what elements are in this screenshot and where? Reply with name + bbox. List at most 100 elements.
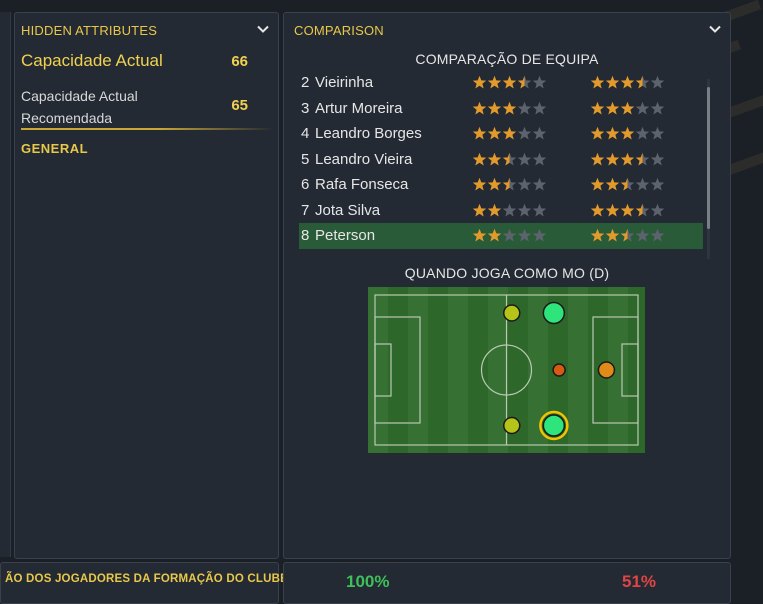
- star-empty-icon: [532, 76, 547, 89]
- star-full-icon: [605, 178, 620, 191]
- player-row[interactable]: 5 Leandro Vieira: [299, 147, 703, 173]
- star-full-icon: [590, 178, 605, 191]
- star-full-icon: [605, 76, 620, 89]
- star-empty-icon: [650, 203, 665, 217]
- comparison-subtitle: COMPARAÇÃO DE EQUIPA: [415, 51, 599, 67]
- player-list: 2 Vieirinha 3 Artur Moreira 4 Leandro Borges 5…: [299, 70, 703, 249]
- pitch-diagram: [368, 287, 645, 453]
- star-full-icon: [487, 101, 502, 115]
- star-full-icon: [620, 203, 635, 217]
- position-marker: [503, 304, 521, 322]
- current-ability-stars: [472, 96, 547, 122]
- star-empty-icon: [635, 229, 650, 242]
- panel-header: HIDDEN ATTRIBUTES: [15, 13, 278, 47]
- star-empty-icon: [532, 101, 547, 115]
- player-row[interactable]: 7 Jota Silva: [299, 198, 703, 224]
- position-marker: [503, 416, 521, 435]
- star-full-icon: [487, 178, 502, 191]
- star-full-icon: [620, 76, 635, 89]
- potential-ability-stars: [590, 121, 665, 147]
- player-row[interactable]: 4 Leandro Borges: [299, 121, 703, 147]
- player-row[interactable]: 2 Vieirinha: [299, 70, 703, 96]
- player-row[interactable]: 8 Peterson: [299, 223, 703, 249]
- star-full-icon: [487, 76, 502, 89]
- star-full-icon: [472, 101, 487, 115]
- player-name: Vieirinha: [315, 74, 374, 91]
- pitch-lines: [374, 294, 639, 446]
- attribute-label-line1: Capacidade Actual: [21, 88, 138, 104]
- position-marker: [597, 361, 616, 379]
- star-empty-icon: [532, 178, 547, 191]
- attribute-row-recommended-ability: Capacidade Actual Recomendada 65: [21, 85, 248, 129]
- star-full-icon: [590, 229, 605, 242]
- hidden-attributes-panel: HIDDEN ATTRIBUTES Capacidade Actual 66 C…: [14, 12, 279, 559]
- bottom-left-title: ÃO DOS JOGADORES DA FORMAÇÃO DO CLUBE: [5, 573, 288, 585]
- star-empty-icon: [532, 203, 547, 217]
- current-ability-stars: [472, 121, 547, 147]
- star-half-icon: [502, 152, 517, 166]
- player-name: Leandro Borges: [315, 125, 422, 142]
- bottom-left-panel: ÃO DOS JOGADORES DA FORMAÇÃO DO CLUBE: [0, 562, 288, 604]
- current-ability-stars: [472, 223, 547, 249]
- star-full-icon: [472, 178, 487, 191]
- star-half-icon: [502, 178, 517, 191]
- star-full-icon: [487, 127, 502, 140]
- star-full-icon: [620, 152, 635, 166]
- star-half-icon: [635, 203, 650, 217]
- star-empty-icon: [635, 127, 650, 140]
- position-marker: [542, 414, 566, 437]
- star-empty-icon: [532, 229, 547, 242]
- player-row[interactable]: 6 Rafa Fonseca: [299, 172, 703, 198]
- scrollbar-thumb[interactable]: [707, 87, 710, 229]
- star-full-icon: [472, 203, 487, 217]
- star-full-icon: [605, 229, 620, 242]
- chevron-down-icon[interactable]: [708, 22, 722, 36]
- star-empty-icon: [517, 152, 532, 166]
- star-empty-icon: [517, 101, 532, 115]
- attribute-row-current-ability: Capacidade Actual 66: [21, 51, 248, 71]
- star-full-icon: [590, 127, 605, 140]
- star-full-icon: [620, 101, 635, 115]
- potential-ability-stars: [590, 223, 665, 249]
- attribute-label: Capacidade Actual: [21, 51, 163, 70]
- current-ability-stars: [472, 70, 547, 96]
- player-number: 2: [301, 74, 310, 91]
- chevron-down-icon[interactable]: [256, 22, 270, 36]
- percentage-left: 100%: [346, 572, 390, 591]
- star-full-icon: [502, 76, 517, 89]
- star-full-icon: [487, 203, 502, 217]
- star-full-icon: [502, 127, 517, 140]
- left-edge-panel: [0, 12, 11, 557]
- player-name: Leandro Vieira: [315, 150, 413, 168]
- star-empty-icon: [650, 229, 665, 242]
- star-full-icon: [605, 127, 620, 140]
- star-full-icon: [605, 152, 620, 166]
- current-ability-stars: [472, 147, 547, 173]
- star-empty-icon: [532, 127, 547, 140]
- potential-ability-stars: [590, 147, 665, 173]
- potential-ability-stars: [590, 172, 665, 198]
- star-full-icon: [605, 203, 620, 217]
- star-empty-icon: [517, 127, 532, 140]
- star-half-icon: [517, 76, 532, 89]
- bottom-right-panel: 100% 51%: [283, 562, 731, 604]
- potential-ability-stars: [590, 70, 665, 96]
- player-name: Rafa Fonseca: [315, 176, 409, 193]
- position-marker: [542, 301, 566, 325]
- potential-ability-stars: [590, 96, 665, 122]
- star-full-icon: [590, 152, 605, 166]
- attribute-value: 66: [231, 53, 248, 70]
- player-name: Peterson: [315, 227, 376, 244]
- current-ability-stars: [472, 172, 547, 198]
- player-name: Jota Silva: [315, 201, 381, 219]
- position-marker: [552, 363, 566, 377]
- star-half-icon: [635, 152, 650, 166]
- player-row[interactable]: 3 Artur Moreira: [299, 96, 703, 122]
- star-empty-icon: [650, 127, 665, 140]
- star-full-icon: [605, 101, 620, 115]
- player-name: Artur Moreira: [315, 99, 403, 117]
- attribute-value: 65: [231, 97, 248, 114]
- star-empty-icon: [532, 152, 547, 166]
- star-empty-icon: [517, 203, 532, 217]
- star-empty-icon: [650, 76, 665, 89]
